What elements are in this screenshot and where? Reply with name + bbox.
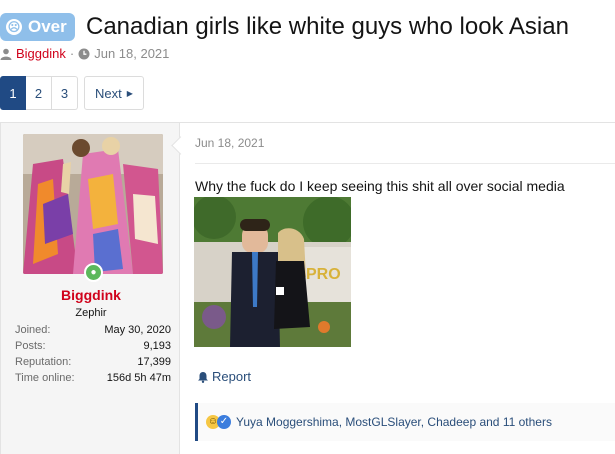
clock-icon <box>78 48 90 59</box>
post-author-name[interactable]: Biggdink <box>1 287 181 303</box>
avatar-image <box>23 134 163 274</box>
meta-separator: · <box>69 46 75 61</box>
report-label: Report <box>212 369 252 384</box>
stat-value: 156d 5h 47m <box>106 372 171 384</box>
post-date[interactable]: Jun 18, 2021 <box>195 136 264 150</box>
user-pane: ● Biggdink Zephir Joined: May 30, 2020 P… <box>0 123 180 454</box>
post-image[interactable]: PRO <box>194 197 351 347</box>
prefix-badge[interactable]: ☹ Over <box>0 13 75 41</box>
stat-row-reputation: Reputation: 17,399 <box>15 354 171 370</box>
avatar[interactable] <box>23 134 163 274</box>
post-body-text: Why the fuck do I keep seeing this shit … <box>195 178 565 194</box>
next-page-button[interactable]: Next ▶ <box>84 76 144 110</box>
stat-value: 17,399 <box>137 356 171 368</box>
page-2-button[interactable]: 2 <box>26 76 52 110</box>
stat-label: Posts: <box>15 340 46 352</box>
thread-date[interactable]: Jun 18, 2021 <box>94 46 169 61</box>
next-label: Next <box>95 85 122 101</box>
stat-value: May 30, 2020 <box>104 324 171 336</box>
stat-label: Time online: <box>15 372 75 384</box>
sad-face-icon: ☹ <box>6 19 22 35</box>
stat-label: Joined: <box>15 324 51 336</box>
pagination: 1 2 3 Next ▶ <box>0 76 144 110</box>
page-1-button[interactable]: 1 <box>0 76 26 110</box>
stat-row-posts: Posts: 9,193 <box>15 338 171 354</box>
report-button[interactable]: Report <box>197 369 251 384</box>
stat-label: Reputation: <box>15 356 72 368</box>
user-icon <box>0 48 12 60</box>
chevron-right-icon: ▶ <box>126 88 133 98</box>
thread-title: Canadian girls like white guys who look … <box>86 13 569 40</box>
stat-value[interactable]: 9,193 <box>143 338 171 354</box>
like-reaction-icon: ✓ <box>217 415 231 429</box>
user-stats: Joined: May 30, 2020 Posts: 9,193 Reputa… <box>15 322 171 386</box>
thread-author-link[interactable]: Biggdink <box>16 46 66 61</box>
reactions-text[interactable]: Yuya Moggershima, MostGLSlayer, Chadeep … <box>236 415 552 429</box>
page-3-button[interactable]: 3 <box>52 76 78 110</box>
post: ● Biggdink Zephir Joined: May 30, 2020 P… <box>0 122 615 454</box>
prefix-label: Over <box>28 17 67 36</box>
thread-meta: Biggdink · Jun 18, 2021 <box>0 46 169 61</box>
reactions-bar[interactable]: ☺ ✓ Yuya Moggershima, MostGLSlayer, Chad… <box>195 403 615 441</box>
stat-row-joined: Joined: May 30, 2020 <box>15 322 171 338</box>
online-status-icon: ● <box>84 263 103 282</box>
stat-row-time-online: Time online: 156d 5h 47m <box>15 370 171 386</box>
svg-text:PRO: PRO <box>306 266 341 283</box>
bell-icon <box>198 371 208 383</box>
post-divider <box>195 163 615 164</box>
post-photo: PRO <box>194 197 351 347</box>
user-title: Zephir <box>75 307 107 319</box>
